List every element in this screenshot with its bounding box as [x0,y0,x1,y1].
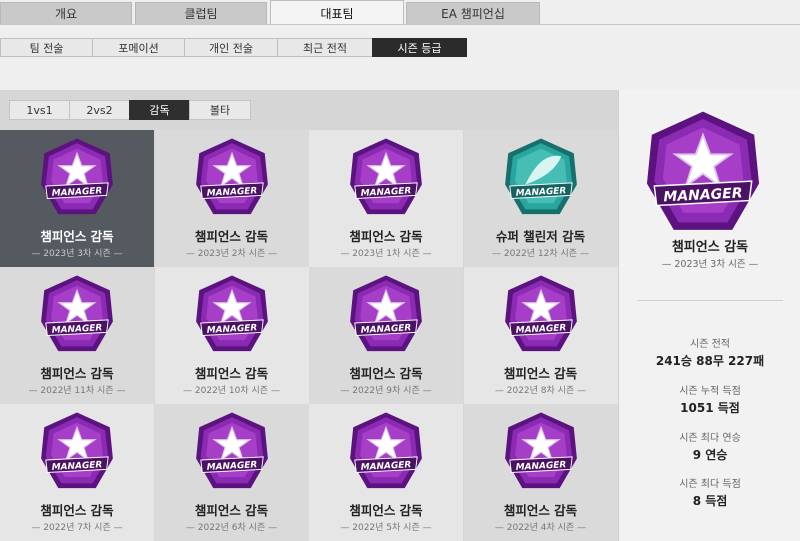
tab-ea-championship[interactable]: EA 챔피언십 [406,2,540,24]
season-label-text: 2022년 4차 시즌 [506,523,575,533]
stat-goals-value: 1051 득점 [680,401,740,415]
season-grade-name: 챔피언스 감독 [40,366,114,381]
stat-streak-label: 시즌 최다 연승 [679,433,741,444]
season-grade-name: 챔피언스 감독 [40,229,114,244]
season-grade-name: 챔피언스 감독 [194,229,269,244]
manager-badge-icon: MANAGER [41,275,113,352]
season-grade-name: 챔피언스 감독 [194,366,269,381]
season-card[interactable]: MANAGER 챔피언스 감독 — 2022년 11차 시즌 — [0,267,154,404]
manager-badge-icon: MANAGER [350,138,422,215]
manager-badge-icon: MANAGER [504,412,577,489]
subtab-recent-record[interactable]: 최근 전적 [277,38,373,57]
manager-badge-icon: MANAGER [504,138,577,215]
season-card[interactable]: MANAGER 챔피언스 감독 — 2022년 5차 시즌 — [309,404,463,541]
season-label: — 2022년 8차 시즌 — [494,386,587,396]
subtab-individual-tactics[interactable]: 개인 전술 [184,38,278,57]
season-card[interactable]: MANAGER 챔피언스 감독 — 2022년 10차 시즌 — [154,267,309,404]
season-label-text: 2022년 12차 시즌 [503,249,578,259]
tab-national-team[interactable]: 대표팀 [270,0,404,25]
tab-divider [0,24,800,25]
season-label-text: 2022년 8차 시즌 [506,386,575,396]
season-card[interactable]: MANAGER 챔피언스 감독 — 2022년 8차 시즌 — [463,267,618,404]
season-label: — 2023년 1차 시즌 — [340,249,432,259]
manager-badge-icon: MANAGER [504,275,577,352]
season-label-text: 2023년 1차 시즌 [352,249,420,259]
season-label: — 2023년 2차 시즌 — [185,249,278,259]
mode-tab-manager[interactable]: 감독 [129,100,190,120]
subtab-season-grade[interactable]: 시즌 등급 [372,38,467,57]
season-label-text: 2023년 3차 시즌 [43,249,111,259]
season-card[interactable]: MANAGER 슈퍼 챌린저 감독 — 2022년 12차 시즌 — [463,130,618,267]
stat-goals-label: 시즌 누적 득점 [679,386,741,397]
tab-club-team[interactable]: 클럽팀 [135,2,267,24]
season-label: — 2022년 7차 시즌 — [31,523,123,533]
season-label: — 2023년 3차 시즌 — [31,249,123,259]
mode-tab-1vs1[interactable]: 1vs1 [9,100,70,120]
season-label: — 2022년 5차 시즌 — [340,523,432,533]
season-grade-name: 챔피언스 감독 [194,503,269,518]
subtab-formation[interactable]: 포메이션 [92,38,185,57]
stat-max-goals-value: 8 득점 [692,494,728,508]
season-label-text: 2023년 2차 시즌 [197,249,266,259]
season-label: — 2022년 4차 시즌 — [494,523,587,533]
stat-streak-value: 9 연승 [692,448,728,462]
season-label: — 2022년 12차 시즌 — [492,249,589,259]
stat-record-value: 241승 88무 227패 [655,354,765,368]
season-card[interactable]: MANAGER 챔피언스 감독 — 2023년 3차 시즌 — [0,130,154,267]
stat-record-label: 시즌 전적 [690,339,730,350]
detail-divider [637,300,783,301]
tab-overview[interactable]: 개요 [0,2,132,24]
season-card[interactable]: MANAGER 챔피언스 감독 — 2022년 6차 시즌 — [154,404,309,541]
season-label-text: 2022년 5차 시즌 [352,523,420,533]
stat-max-goals-label: 시즌 최다 득점 [679,479,741,490]
season-label: — 2022년 9차 시즌 — [340,386,432,396]
manager-badge-icon: MANAGER [195,412,268,489]
season-grade-name: 슈퍼 챌린저 감독 [495,229,586,244]
detail-grade-name: 챔피언스 감독 [671,240,749,255]
season-grade-name: 챔피언스 감독 [349,503,423,518]
top-tab-bar: 개요 클럽팀 대표팀 EA 챔피언십 [0,0,800,25]
season-grade-name: 챔피언스 감독 [349,229,423,244]
season-grade-name: 챔피언스 감독 [503,503,578,518]
season-label: — 2022년 6차 시즌 — [185,523,278,533]
subtab-team-tactics[interactable]: 팀 전술 [0,38,93,57]
season-card[interactable]: MANAGER 챔피언스 감독 — 2022년 9차 시즌 — [309,267,463,404]
manager-badge-icon: MANAGER [195,275,268,352]
season-label-text: 2022년 10차 시즌 [194,386,269,396]
season-grade-name: 챔피언스 감독 [40,503,114,518]
mode-tab-volta[interactable]: 볼타 [189,100,251,120]
detail-season-label: 2023년 3차 시즌 [674,259,746,270]
manager-badge-icon: MANAGER [41,412,113,489]
season-label: — 2022년 10차 시즌 — [183,386,280,396]
season-label-text: 2022년 9차 시즌 [352,386,420,396]
season-detail-panel: MANAGER 챔피언스 감독 — 2023년 3차 시즌 — 시즌 전적 24… [618,90,800,541]
season-card[interactable]: MANAGER 챔피언스 감독 — 2023년 2차 시즌 — [154,130,309,267]
mode-tab-2vs2[interactable]: 2vs2 [69,100,130,120]
season-card[interactable]: MANAGER 챔피언스 감독 — 2022년 7차 시즌 — [0,404,154,541]
season-grade-name: 챔피언스 감독 [349,366,423,381]
season-card[interactable]: MANAGER 챔피언스 감독 — 2022년 4차 시즌 — [463,404,618,541]
manager-badge-icon: MANAGER [41,138,113,215]
season-grade-name: 챔피언스 감독 [503,366,578,381]
season-label-text: 2022년 7차 시즌 [43,523,111,533]
detail-season: — 2023년 3차 시즌 — [661,259,759,270]
manager-badge-icon: MANAGER [350,275,422,352]
season-label-text: 2022년 6차 시즌 [197,523,266,533]
season-card[interactable]: MANAGER 챔피언스 감독 — 2023년 1차 시즌 — [309,130,463,267]
manager-badge-icon: MANAGER [350,412,422,489]
manager-badge-icon: MANAGER [195,138,268,215]
season-label: — 2022년 11차 시즌 — [28,386,126,396]
manager-badge-large-icon: MANAGER [646,111,760,230]
season-label-text: 2022년 11차 시즌 [40,386,114,396]
